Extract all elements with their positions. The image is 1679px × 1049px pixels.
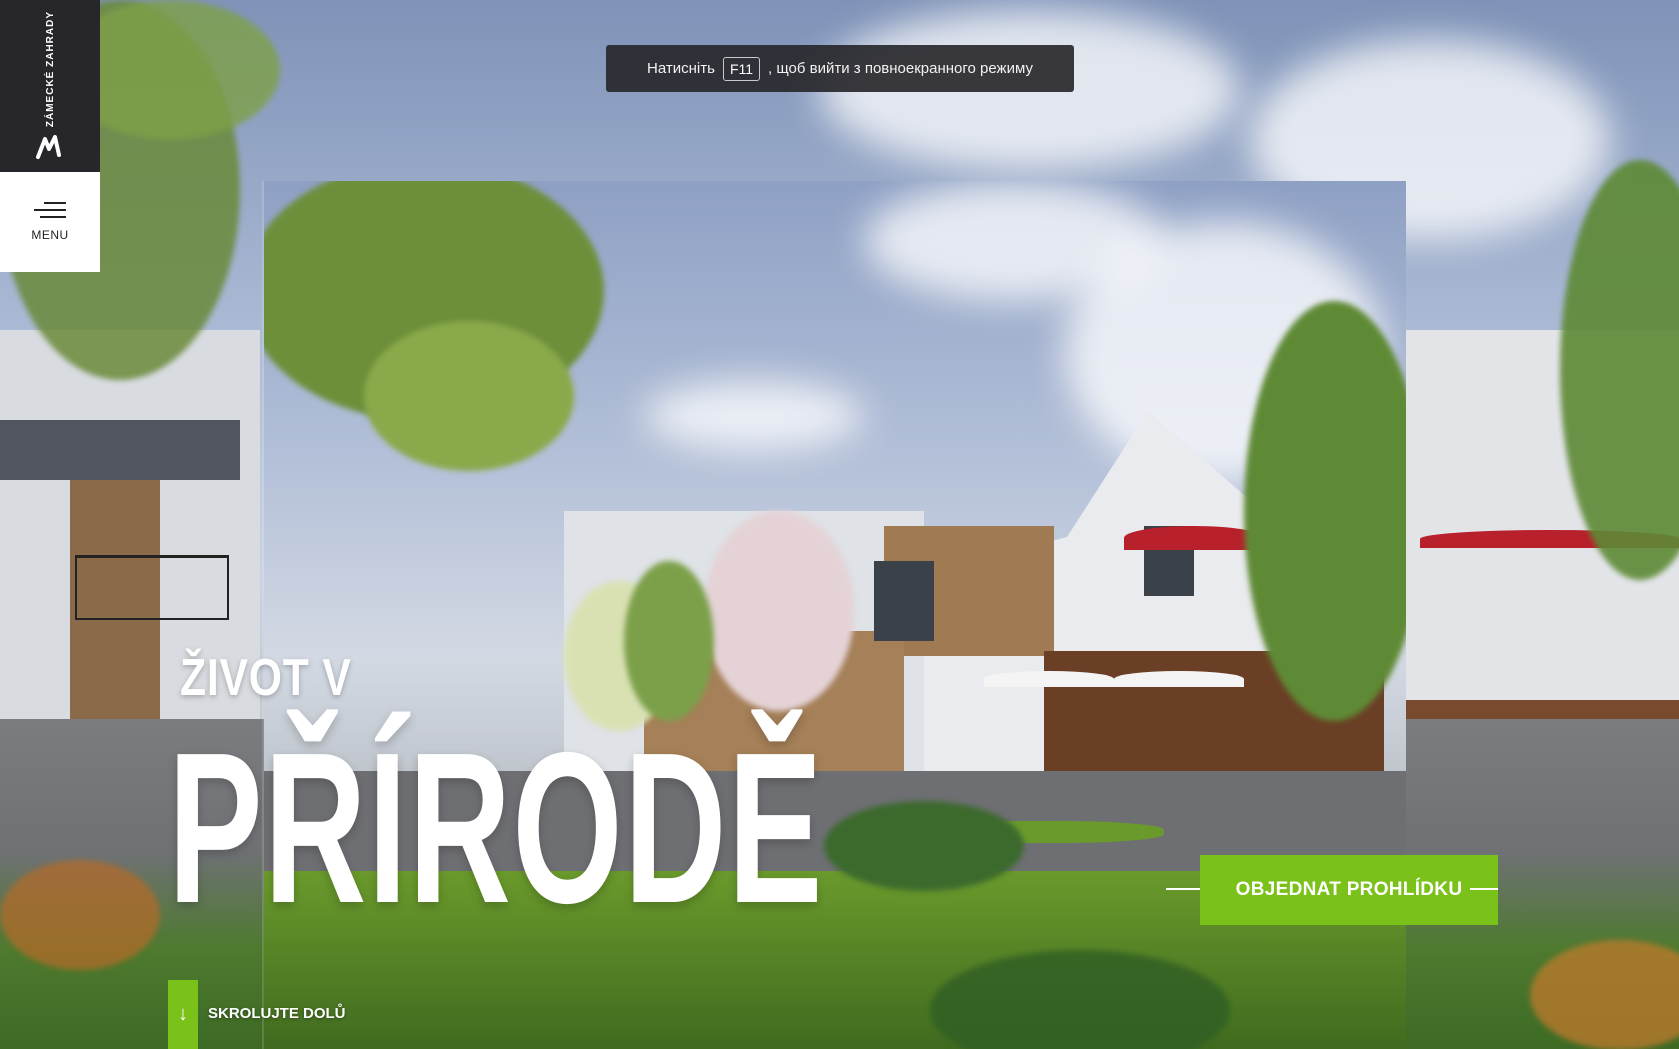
logo-mark-icon	[36, 135, 61, 160]
menu-label: MENU	[31, 228, 69, 242]
hero-title: PŘÍRODĚ	[168, 707, 824, 948]
book-viewing-button[interactable]: OBJEDNAT PROHLÍDKU	[1200, 855, 1498, 925]
hero-subtitle: ŽIVOT V	[180, 649, 352, 707]
site-logo[interactable]: ZÁMECKÉ ZAHRADY	[0, 0, 100, 172]
arrow-down-icon: ↓	[178, 1003, 188, 1025]
scroll-down-button[interactable]: ↓	[168, 980, 198, 1049]
scroll-down-label[interactable]: SKROLUJTE DOLŮ	[208, 1005, 346, 1022]
fullscreen-notice-prefix: Натисніть	[647, 60, 715, 77]
menu-button[interactable]: MENU	[0, 172, 100, 272]
logo-text: ZÁMECKÉ ZAHRADY	[44, 10, 56, 128]
f11-key: F11	[722, 56, 761, 81]
fullscreen-notice-suffix: , щоб вийти з повноекранного режиму	[768, 60, 1033, 77]
hamburger-icon	[34, 202, 66, 218]
cta-decor-line-right	[1470, 888, 1498, 890]
fullscreen-exit-notice: Натисніть F11 , щоб вийти з повноекранно…	[606, 45, 1074, 92]
